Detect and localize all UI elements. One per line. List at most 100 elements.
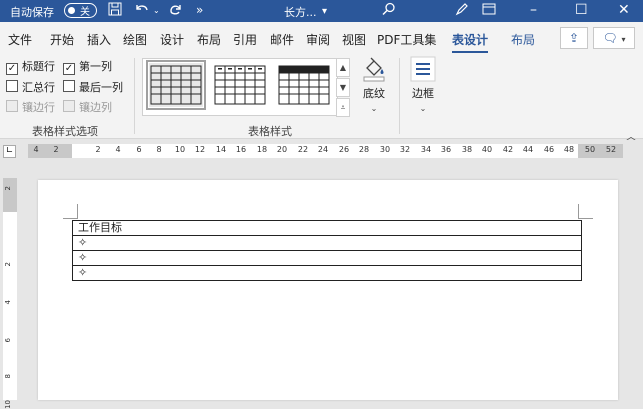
ruler-mark: 20 [276,145,288,154]
table-cell[interactable]: 工作目标 [72,220,582,236]
first-column-label: 第一列 [79,60,112,73]
title-bar: 自动保存 关 ⌄ » 长方... ▾ – ☐ ✕ [0,0,643,22]
tab-file[interactable]: 文件 [8,31,32,48]
ruler-mark: 16 [235,145,247,154]
ruler-mark: 24 [317,145,329,154]
toggle-knob [68,7,75,14]
ruler-mark: 48 [563,145,575,154]
gallery-down-icon[interactable]: ▼ [336,78,350,97]
ruler-bar[interactable]: 4 2 2 4 6 8 10 12 14 16 18 20 22 24 26 2… [28,144,623,158]
borders-label: 边框 [412,87,434,100]
total-row-checkbox[interactable]: 汇总行 [6,79,55,95]
tab-mailings[interactable]: 邮件 [270,31,294,48]
tab-table-layout[interactable]: 布局 [511,31,535,48]
undo-dropdown-icon[interactable]: ⌄ [153,6,160,15]
share-icon: ⇪ [568,31,580,45]
checkbox-checked-icon: ✓ [6,63,18,75]
tab-table-design[interactable]: 表设计 [452,31,489,53]
share-button[interactable]: ⇪ [560,27,588,49]
ruler-mark: 40 [481,145,493,154]
tab-design[interactable]: 设计 [160,31,184,48]
checkbox-icon [63,80,75,92]
search-icon[interactable] [382,2,396,20]
tab-draw[interactable]: 绘图 [123,31,147,48]
table-style-thumb-1[interactable] [146,60,206,110]
document-table[interactable]: 工作目标 ✧ ✧ ✧ [72,220,582,281]
gallery-scroll: ▲ ▼ ⩡ [336,58,350,117]
tab-insert[interactable]: 插入 [87,31,111,48]
ruler-mark: 28 [358,145,370,154]
vruler-mark: 10 [4,400,12,409]
ruler-mark: 26 [338,145,350,154]
shading-label: 底纹 [363,87,385,100]
crop-mark [578,204,593,219]
ribbon: ✓ 标题行 ✓ 第一列 汇总行 最后一列 镶边行 镶边列 表格样式选项 ▲ ▼ ⩡ … [0,54,643,143]
borders-button[interactable]: 边框 ⌄ [406,56,440,114]
autosave-state: 关 [80,7,90,18]
table-cell[interactable]: ✧ [72,265,582,281]
pen-icon[interactable] [455,2,469,20]
ruler-mark: 36 [440,145,452,154]
tab-review[interactable]: 审阅 [306,31,330,48]
vruler-mark: 2 [4,262,12,267]
undo-icon[interactable] [134,2,150,20]
minimize-icon[interactable]: – [530,2,537,18]
ruler-mark: 10 [174,145,186,154]
banded-rows-checkbox: 镶边行 [6,99,55,115]
maximize-icon[interactable]: ☐ [575,2,588,18]
ribbon-tabs: 文件 开始 插入 绘图 设计 布局 引用 邮件 审阅 视图 PDF工具集 表设计… [0,22,643,54]
header-row-checkbox[interactable]: ✓ 标题行 [6,58,55,75]
more-icon[interactable]: » [196,3,203,17]
save-icon[interactable] [108,2,122,20]
tab-pdf-tools[interactable]: PDF工具集 [377,31,436,48]
gallery-up-icon[interactable]: ▲ [336,58,350,77]
total-row-label: 汇总行 [22,81,55,94]
vruler-mark: 6 [4,338,12,343]
group-separator [134,58,135,134]
ruler-mark: 14 [215,145,227,154]
ruler-mark: 4 [115,145,121,154]
redo-icon[interactable] [168,2,184,20]
tab-view[interactable]: 视图 [342,31,366,48]
document-title[interactable]: 长方... [284,4,317,20]
document-page[interactable]: 工作目标 ✧ ✧ ✧ [38,180,618,400]
table-row: ✧ [72,250,582,266]
table-styles-group-label: 表格样式 [248,125,292,138]
ruler-mark: 18 [256,145,268,154]
shading-button[interactable]: 底纹 ⌄ [357,56,391,114]
checkbox-icon [6,80,18,92]
borders-dropdown-icon: ⌄ [419,104,427,113]
table-style-thumb-2[interactable] [213,63,267,107]
table-cell[interactable]: ✧ [72,235,582,251]
tab-selector-icon[interactable]: ∟ [3,145,16,158]
ruler-mark: 12 [194,145,206,154]
table-cell[interactable]: ✧ [72,250,582,266]
last-column-checkbox[interactable]: 最后一列 [63,79,123,95]
vruler-mark: 8 [4,374,12,379]
ruler-mark: 22 [297,145,309,154]
ruler-mark: 46 [543,145,555,154]
ruler-mark: 4 [33,145,39,154]
comments-dropdown-icon: ▾ [621,35,626,44]
ruler-mark: 32 [399,145,411,154]
title-dropdown-icon[interactable]: ▾ [322,6,327,17]
table-row: ✧ [72,235,582,251]
horizontal-ruler: ∟ 4 2 2 4 6 8 10 12 14 16 18 20 22 24 26… [0,140,643,162]
ruler-mark: 34 [420,145,432,154]
banded-rows-label: 镶边行 [22,101,55,114]
tab-layout[interactable]: 布局 [197,31,221,48]
ribbon-display-icon[interactable] [482,2,496,20]
ruler-mark: 50 [584,145,596,154]
autosave-toggle[interactable]: 关 [64,3,97,18]
tab-references[interactable]: 引用 [233,31,257,48]
close-icon[interactable]: ✕ [618,2,630,18]
vertical-ruler[interactable]: 2 2 4 6 8 10 [3,178,17,409]
table-style-thumb-3[interactable] [277,63,331,107]
ruler-mark: 38 [461,145,473,154]
checkbox-checked-icon: ✓ [63,63,75,75]
tab-home[interactable]: 开始 [50,31,74,48]
first-column-checkbox[interactable]: ✓ 第一列 [63,58,112,75]
table-row: ✧ [72,265,582,281]
comments-button[interactable]: 🗨 ▾ [593,27,635,49]
gallery-expand-icon[interactable]: ⩡ [336,98,350,117]
